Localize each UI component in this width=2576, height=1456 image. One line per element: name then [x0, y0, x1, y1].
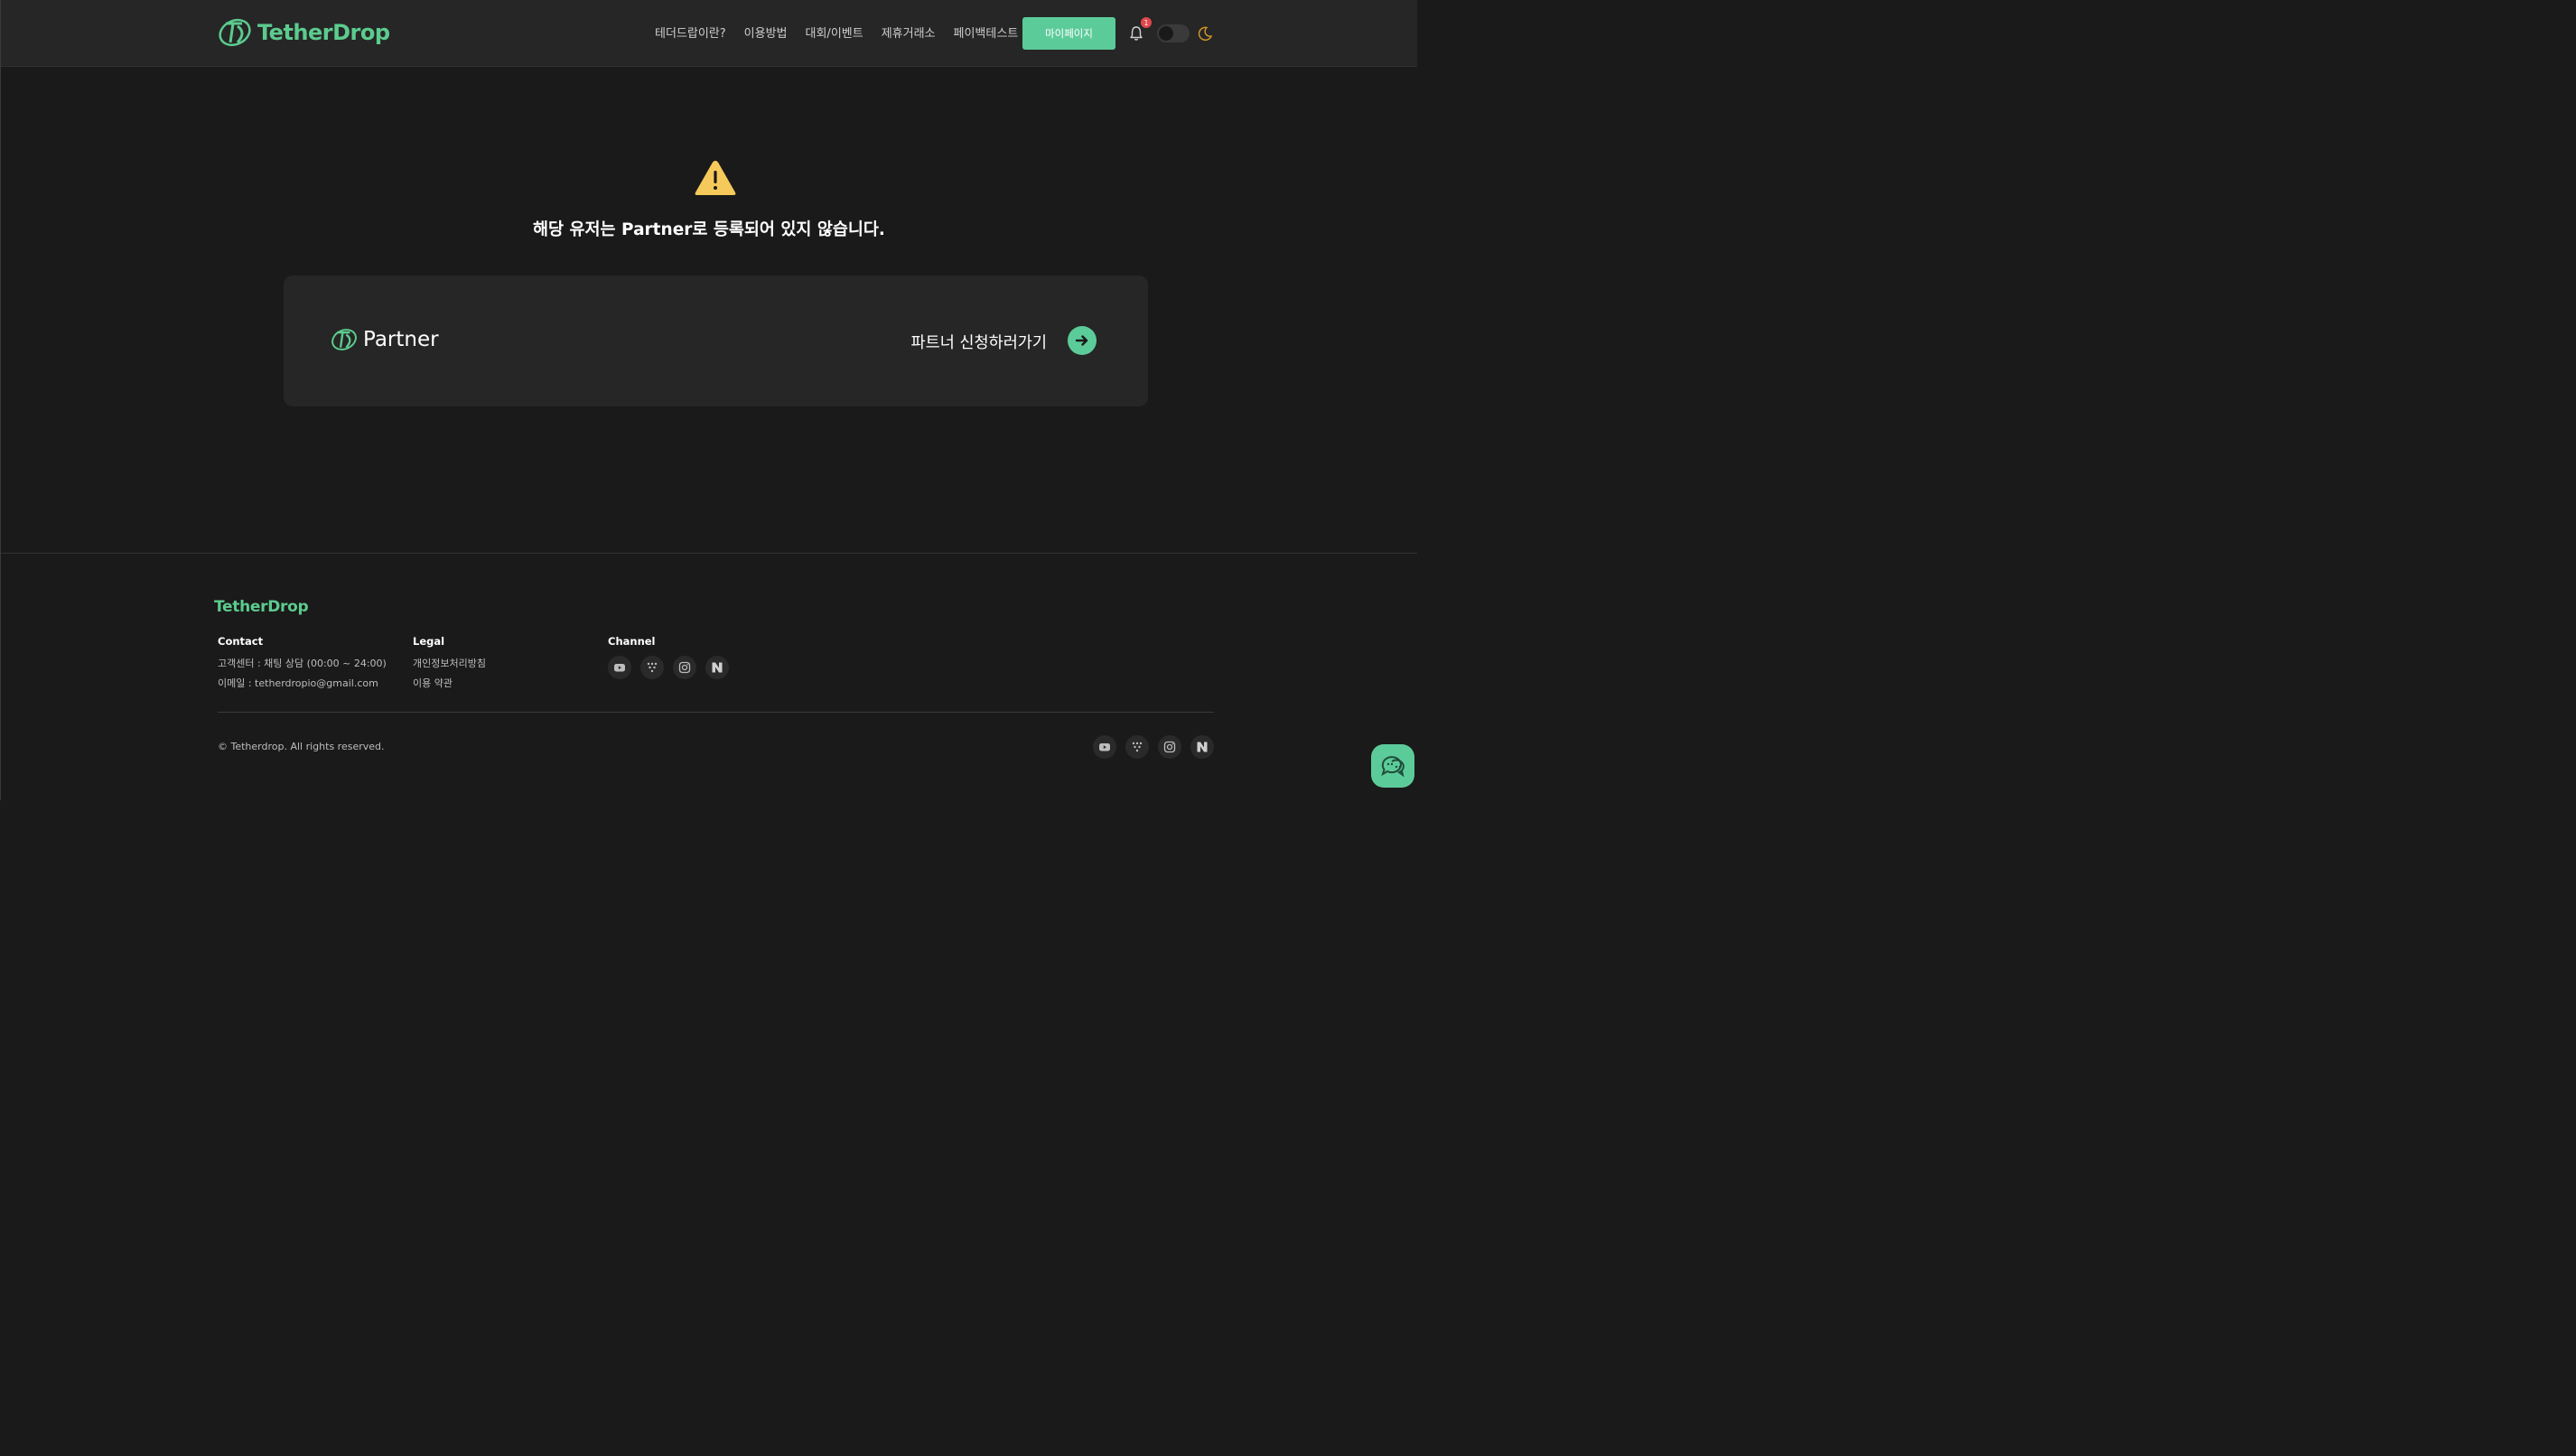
partner-logo: Partner — [331, 328, 439, 351]
partner-title: Partner — [363, 328, 439, 351]
not-registered-message: 해당 유저는 Partner로 등록되어 있지 않습니다. — [533, 220, 885, 239]
bottom-channel-icons — [1093, 735, 1214, 759]
naver-icon[interactable] — [1190, 735, 1214, 759]
site-footer: TetherDrop Contact 고객센터 : 채팅 상담 (00:00 ~… — [1, 553, 1417, 800]
theme-toggle[interactable] — [1157, 24, 1190, 42]
arrow-right-icon — [1075, 335, 1088, 346]
contact-heading: Contact — [218, 635, 264, 648]
notification-badge: 1 — [1141, 17, 1152, 28]
channel-icons — [608, 656, 729, 679]
terms-of-use-link[interactable]: 이용 약관 — [413, 676, 486, 690]
telegram-dots-icon[interactable] — [640, 656, 664, 679]
site-header: TetherDrop 테더드랍이란? 이용방법 대회/이벤트 제휴거래소 페이백… — [1, 0, 1417, 67]
nav-item-about[interactable]: 테더드랍이란? — [655, 23, 726, 41]
footer-logo[interactable]: TetherDrop — [214, 598, 309, 616]
toggle-knob — [1159, 26, 1173, 41]
tetherdrop-logo-icon — [219, 18, 251, 47]
footer-divider — [218, 712, 1214, 713]
warning-icon — [695, 161, 736, 195]
youtube-icon[interactable] — [1093, 735, 1116, 759]
footer-channel: Channel — [608, 635, 729, 679]
telegram-dots-icon[interactable] — [1125, 735, 1149, 759]
tetherdrop-logo-icon — [331, 329, 357, 350]
apply-partner-link[interactable]: 파트너 신청하러가기 — [911, 331, 1047, 353]
partner-card: Partner 파트너 신청하러가기 — [284, 275, 1148, 406]
footer-legal: Legal 개인정보처리방침 이용 약관 — [413, 635, 486, 695]
youtube-icon[interactable] — [608, 656, 631, 679]
nav-item-partner-exchanges[interactable]: 제휴거래소 — [882, 23, 936, 41]
copyright-text: © Tetherdrop. All rights reserved. — [218, 741, 385, 752]
privacy-policy-link[interactable]: 개인정보처리방침 — [413, 656, 486, 670]
footer-contact: Contact 고객센터 : 채팅 상담 (00:00 ~ 24:00) 이메일… — [218, 635, 387, 695]
channel-heading: Channel — [608, 635, 656, 648]
header-logo[interactable]: TetherDrop — [218, 18, 390, 47]
logo-text: TetherDrop — [257, 20, 390, 45]
instagram-icon[interactable] — [1158, 735, 1181, 759]
nav-item-payback-test[interactable]: 페이백테스트 — [954, 23, 1019, 41]
chat-support-button[interactable] — [1371, 744, 1414, 788]
contact-support-hours: 고객센터 : 채팅 상담 (00:00 ~ 24:00) — [218, 658, 387, 669]
contact-email: 이메일 : tetherdropio@gmail.com — [218, 677, 378, 689]
nav-item-events[interactable]: 대회/이벤트 — [806, 23, 863, 41]
main-nav: 테더드랍이란? 이용방법 대회/이벤트 제휴거래소 페이백테스트 — [655, 23, 1036, 41]
legal-heading: Legal — [413, 635, 445, 648]
apply-partner-arrow-button[interactable] — [1068, 326, 1097, 355]
mypage-button[interactable]: 마이페이지 — [1022, 17, 1115, 50]
nav-item-how-to-use[interactable]: 이용방법 — [744, 23, 788, 41]
naver-icon[interactable] — [705, 656, 729, 679]
bell-icon[interactable] — [1128, 25, 1144, 42]
moon-icon — [1198, 26, 1213, 42]
chat-icon — [1381, 756, 1405, 778]
instagram-icon[interactable] — [673, 656, 696, 679]
